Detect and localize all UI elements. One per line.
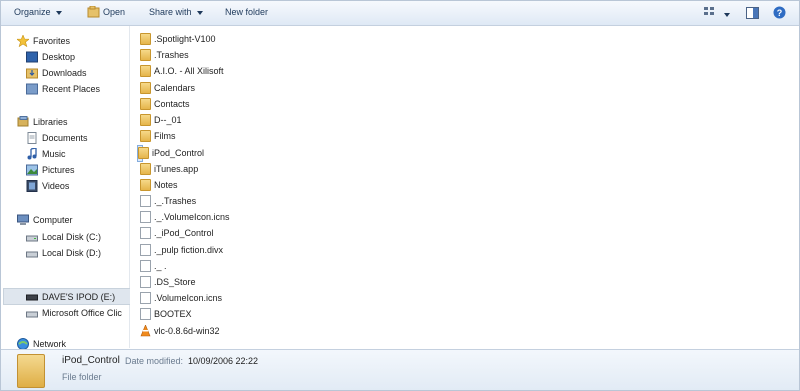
file-list: .Spotlight-V100 .Trashes A.I.O. - All Xili… bbox=[130, 26, 798, 348]
file-name: Calendars bbox=[154, 82, 196, 93]
recent-places-icon bbox=[26, 83, 38, 95]
nav-local-disk-d-label: Local Disk (D:) bbox=[42, 248, 102, 258]
file-name: ._.Trashes bbox=[154, 196, 197, 206]
file-icon bbox=[140, 292, 151, 305]
help-icon[interactable]: ? bbox=[773, 6, 786, 21]
nav-libraries-label: Libraries bbox=[33, 117, 68, 127]
file-icon bbox=[140, 195, 151, 207]
details-pane: iPod_Control Date modified: 10/09/2006 2… bbox=[1, 349, 799, 390]
file-name: .VolumeIcon.icns bbox=[154, 293, 223, 304]
file-icon bbox=[140, 308, 151, 321]
chevron-down-icon bbox=[55, 10, 62, 15]
svg-text:?: ? bbox=[777, 8, 783, 18]
open-button[interactable]: Open bbox=[103, 7, 125, 17]
file-name: D--_01 bbox=[154, 115, 182, 125]
removable-drive-icon bbox=[26, 291, 38, 303]
file-name: .Trashes bbox=[154, 50, 189, 61]
star-icon bbox=[16, 34, 30, 48]
nav-network-label: Network bbox=[33, 339, 67, 349]
nav-music-label: Music bbox=[42, 149, 66, 159]
folder-icon bbox=[140, 130, 151, 143]
computer-icon bbox=[17, 214, 29, 226]
folder-icon bbox=[140, 162, 151, 175]
file-name: iTunes.app bbox=[154, 163, 199, 174]
file-name: .DS_Store bbox=[154, 277, 196, 287]
folder-icon bbox=[140, 114, 151, 126]
drive-icon bbox=[26, 231, 38, 243]
nav-desktop-label: Desktop bbox=[42, 52, 76, 62]
file-icon bbox=[140, 276, 151, 288]
folder-icon bbox=[140, 81, 151, 94]
file-icon bbox=[140, 243, 151, 256]
folder-icon bbox=[140, 65, 151, 78]
file-name: A.I.O. - All Xilisoft bbox=[154, 66, 224, 77]
file-name: Notes bbox=[154, 179, 178, 190]
nav-pictures-label: Pictures bbox=[42, 165, 75, 175]
open-icon bbox=[87, 5, 101, 20]
details-date-label: Date modified: bbox=[125, 356, 184, 366]
file-name: ._ . bbox=[154, 260, 167, 271]
nav-recent-places-label: Recent Places bbox=[42, 84, 101, 94]
command-bar: Organize Open Share with New folder ? bbox=[1, 1, 799, 26]
nav-videos-label: Videos bbox=[42, 181, 70, 191]
chevron-down-icon bbox=[196, 10, 203, 15]
file-name: ._.VolumeIcon.icns bbox=[154, 212, 230, 223]
folder-icon bbox=[138, 147, 149, 160]
folder-icon bbox=[140, 49, 151, 62]
folder-icon bbox=[140, 33, 151, 45]
nav-computer-label: Computer bbox=[33, 215, 73, 225]
preview-pane-icon[interactable] bbox=[746, 7, 759, 21]
share-with-button[interactable]: Share with bbox=[149, 7, 203, 17]
share-with-label: Share with bbox=[149, 7, 192, 17]
view-options-icon[interactable] bbox=[704, 7, 718, 20]
libraries-icon bbox=[17, 116, 29, 128]
pictures-icon bbox=[26, 164, 38, 176]
nav-daves-ipod-label: DAVE'S IPOD (E:) bbox=[42, 292, 116, 302]
file-name: ._iPod_Control bbox=[154, 228, 214, 239]
file-name: .Spotlight-V100 bbox=[154, 34, 216, 44]
file-name: vlc-0.8.6d-win32 bbox=[154, 325, 220, 336]
organize-button[interactable]: Organize bbox=[14, 7, 62, 17]
drive-icon bbox=[26, 247, 38, 259]
new-folder-button[interactable]: New folder bbox=[225, 7, 268, 17]
navigation-pane: Favorites Desktop Downloads Recent Place… bbox=[1, 26, 131, 350]
file-name: Films bbox=[154, 131, 176, 142]
videos-icon bbox=[26, 180, 38, 192]
nav-favorites-label: Favorites bbox=[33, 36, 71, 46]
details-name: iPod_Control bbox=[62, 355, 120, 366]
desktop-icon bbox=[26, 51, 38, 63]
list-item[interactable]: iPod_Control bbox=[137, 145, 204, 163]
music-note-icon bbox=[26, 147, 38, 160]
nav-documents-label: Documents bbox=[42, 133, 88, 143]
folder-icon bbox=[140, 178, 151, 191]
drive-icon bbox=[26, 307, 38, 319]
vlc-cone-icon bbox=[140, 323, 151, 337]
organize-label: Organize bbox=[14, 7, 51, 17]
details-date-value: 10/09/2006 22:22 bbox=[188, 356, 259, 366]
file-name: Contacts bbox=[154, 98, 190, 109]
folder-icon bbox=[17, 354, 45, 388]
downloads-icon bbox=[26, 67, 38, 79]
nav-local-disk-c-label: Local Disk (C:) bbox=[42, 232, 102, 242]
file-icon bbox=[140, 227, 151, 240]
file-name: ._pulp fiction.divx bbox=[154, 244, 224, 255]
nav-downloads-label: Downloads bbox=[42, 68, 87, 78]
file-name: BOOTEX bbox=[154, 309, 192, 320]
folder-icon bbox=[140, 97, 151, 110]
file-icon bbox=[140, 211, 151, 224]
documents-icon bbox=[26, 132, 38, 144]
nav-office-click-label: Microsoft Office Clic bbox=[42, 308, 122, 318]
chevron-down-icon[interactable] bbox=[724, 13, 730, 17]
details-type: File folder bbox=[62, 372, 102, 382]
file-icon bbox=[140, 259, 151, 272]
file-name: iPod_Control bbox=[152, 148, 205, 159]
